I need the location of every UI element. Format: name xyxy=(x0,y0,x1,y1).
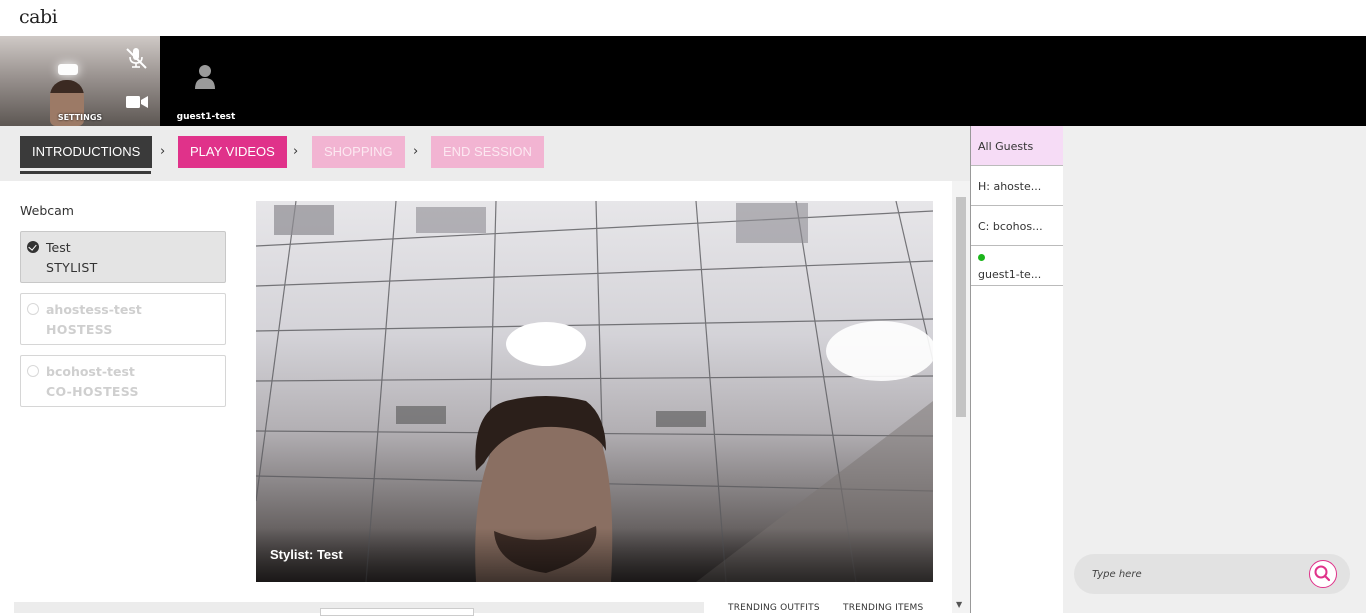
step-play-videos[interactable]: PLAY VIDEOS xyxy=(178,136,287,168)
guest-list-item-hostess[interactable]: H: ahoste... xyxy=(971,166,1063,206)
active-step-underline xyxy=(20,171,151,174)
main-video-feed[interactable]: Stylist: Test xyxy=(256,201,933,582)
mic-off-icon[interactable] xyxy=(124,46,148,70)
main-content: Webcam Test STYLIST ahostess-test HOSTES… xyxy=(0,181,952,613)
participant-stylist[interactable]: Test STYLIST xyxy=(20,231,226,283)
participant-role: STYLIST xyxy=(46,260,98,275)
participant-name: bcohost-test xyxy=(46,364,135,379)
video-camera-icon[interactable] xyxy=(125,94,149,110)
self-video-tile[interactable]: SETTINGS xyxy=(0,36,160,126)
guest-list-item-guest[interactable]: guest1-te... xyxy=(971,246,1063,286)
settings-label[interactable]: SETTINGS xyxy=(0,113,160,122)
participant-name: Test xyxy=(46,240,71,255)
participant-co-hostess[interactable]: bcohost-test CO-HOSTESS xyxy=(20,355,226,407)
cabi-logo[interactable]: cabi xyxy=(19,6,58,28)
scroll-thumb[interactable] xyxy=(956,197,966,417)
chevron-right-icon: › xyxy=(160,144,166,159)
chevron-right-icon: › xyxy=(413,144,419,159)
radio-circle-icon xyxy=(27,303,39,315)
guest-list-item-label: guest1-te... xyxy=(978,268,1042,281)
bottom-panel xyxy=(14,602,704,616)
checkmark-icon xyxy=(27,241,39,253)
participant-hostess[interactable]: ahostess-test HOSTESS xyxy=(20,293,226,345)
top-bar: cabi xyxy=(0,0,1366,36)
guest-list-item-co-hostess[interactable]: C: bcohos... xyxy=(971,206,1063,246)
online-status-icon xyxy=(978,254,985,261)
radio-circle-icon xyxy=(27,365,39,377)
guest-list-item-all[interactable]: All Guests xyxy=(971,126,1063,166)
session-steps: INTRODUCTIONS › PLAY VIDEOS › SHOPPING ›… xyxy=(0,126,970,181)
step-shopping[interactable]: SHOPPING xyxy=(312,136,405,168)
scroll-down-arrow-icon[interactable]: ▼ xyxy=(956,600,962,609)
guest-list: All Guests H: ahoste... C: bcohos... gue… xyxy=(970,126,1063,613)
step-introductions[interactable]: INTRODUCTIONS xyxy=(20,136,153,168)
self-video-light xyxy=(58,64,78,75)
video-frame-image xyxy=(256,201,933,582)
participant-role: CO-HOSTESS xyxy=(46,384,139,399)
participant-name: ahostess-test xyxy=(46,302,142,317)
guest-video-tile[interactable]: guest1-test xyxy=(168,36,244,126)
video-caption-overlay xyxy=(256,528,933,582)
participant-role: HOSTESS xyxy=(46,322,113,337)
video-caption: Stylist: Test xyxy=(270,547,343,562)
chat-panel xyxy=(1063,126,1366,613)
tab-trending-items[interactable]: TRENDING ITEMS xyxy=(843,603,923,613)
bottom-panel-field[interactable] xyxy=(320,608,474,616)
search-icon xyxy=(1314,565,1331,582)
tab-trending-outfits[interactable]: TRENDING OUTFITS xyxy=(728,603,820,613)
chat-input[interactable] xyxy=(1092,566,1292,582)
webcam-label: Webcam xyxy=(20,203,74,218)
user-avatar-icon xyxy=(195,65,215,89)
chat-input-container xyxy=(1074,554,1350,594)
chat-search-button[interactable] xyxy=(1309,560,1337,588)
chevron-right-icon: › xyxy=(293,144,299,159)
video-strip: SETTINGS guest1-test xyxy=(0,36,1366,126)
guest-tile-label: guest1-test xyxy=(176,112,236,122)
main-scrollbar[interactable]: ▼ xyxy=(952,181,970,613)
step-end-session[interactable]: END SESSION xyxy=(431,136,544,168)
